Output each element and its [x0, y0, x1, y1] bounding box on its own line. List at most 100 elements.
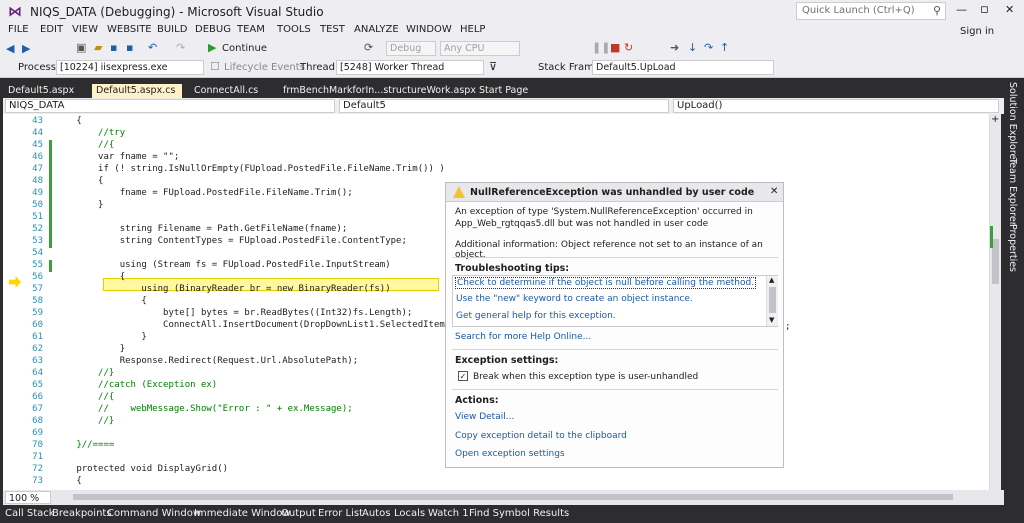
open-icon[interactable]: ▰	[94, 41, 102, 54]
tab-autos[interactable]: Autos	[362, 508, 390, 519]
quick-launch-input[interactable]: Quick Launch (Ctrl+Q)	[796, 2, 946, 20]
refresh-icon[interactable]: ⟳	[364, 41, 373, 54]
tip-link-null-check[interactable]: Check to determine if the object is null…	[455, 277, 757, 289]
code-line: protected void DisplayGrid()	[33, 464, 229, 474]
member-dropdown[interactable]: UpLoad()	[673, 99, 999, 113]
menu-team[interactable]: TEAM	[237, 24, 265, 35]
hscroll-thumb[interactable]	[73, 494, 953, 500]
tab-immediate-window[interactable]: Immediate Window	[194, 508, 291, 519]
divider	[452, 389, 778, 390]
stack-frame-dropdown[interactable]: Default5.UpLoad	[592, 60, 774, 75]
menu-debug[interactable]: DEBUG	[195, 24, 231, 35]
close-button[interactable]: ✕	[1005, 3, 1014, 16]
menu-window[interactable]: WINDOW	[406, 24, 452, 35]
team-explorer-tab[interactable]: Team Explorer	[1007, 158, 1018, 226]
tab-output[interactable]: Output	[281, 508, 316, 519]
scroll-thumb[interactable]	[992, 239, 999, 284]
actions-heading: Actions:	[455, 395, 499, 406]
project-dropdown[interactable]: NIQS_DATA	[5, 99, 335, 113]
tab-default5-aspx[interactable]: Default5.aspx	[4, 84, 78, 98]
process-dropdown[interactable]: [10224] iisexpress.exe	[56, 60, 204, 75]
tab-connectall-cs[interactable]: ConnectAll.cs	[190, 84, 262, 98]
tab-start-page[interactable]: Start Page	[475, 84, 532, 98]
properties-tab[interactable]: Properties	[1007, 224, 1018, 272]
step-out-icon[interactable]: ↑	[720, 41, 729, 54]
copy-exception-link[interactable]: Copy exception detail to the clipboard	[455, 431, 627, 441]
lifecycle-icon[interactable]: ☐	[210, 60, 220, 73]
quick-launch-search-icon[interactable]: ⚲	[933, 4, 941, 17]
change-indicator	[49, 212, 52, 224]
restore-button[interactable]: ▫	[980, 2, 989, 17]
save-icon[interactable]: ▪	[110, 41, 117, 54]
code-line: }//====	[33, 440, 115, 450]
code-line: {	[33, 296, 147, 306]
tip-link-general-help[interactable]: Get general help for this exception.	[456, 311, 616, 321]
step-over-icon[interactable]: ↷	[704, 41, 713, 54]
tab-find-symbol-results[interactable]: Find Symbol Results	[469, 508, 569, 519]
minimize-button[interactable]: —	[956, 3, 967, 16]
code-line: }	[33, 200, 104, 210]
tab-locals[interactable]: Locals	[394, 508, 425, 519]
config-dropdown[interactable]: Debug	[386, 41, 436, 56]
restart-icon[interactable]: ↻	[624, 41, 633, 54]
new-project-icon[interactable]: ▣	[76, 41, 86, 54]
code-line: {	[33, 476, 82, 486]
scroll-up-icon[interactable]: ▲	[769, 276, 774, 284]
scroll-down-icon[interactable]: ▼	[769, 316, 774, 324]
menu-file[interactable]: FILE	[8, 24, 29, 35]
editor-horizontal-bar: 100 %	[3, 490, 1004, 505]
platform-dropdown[interactable]: Any CPU	[440, 41, 520, 56]
menu-edit[interactable]: EDIT	[40, 24, 63, 35]
break-all-icon[interactable]: ❚❚	[592, 41, 610, 54]
divider	[452, 349, 778, 350]
lifecycle-events-button[interactable]: Lifecycle Events	[224, 62, 305, 73]
forward-icon[interactable]: ▶	[22, 42, 30, 55]
undo-icon[interactable]: ↶	[148, 41, 157, 54]
split-icon[interactable]: +	[991, 114, 999, 125]
stop-icon[interactable]: ■	[610, 41, 620, 54]
show-next-statement-icon[interactable]: ➜	[670, 41, 679, 54]
menu-website[interactable]: WEBSITE	[107, 24, 152, 35]
editor-vertical-scrollbar[interactable]: +	[989, 114, 1001, 490]
continue-button[interactable]: Continue	[222, 43, 267, 54]
break-checkbox[interactable]: ✓	[458, 371, 468, 381]
solution-explorer-tab[interactable]: Solution Explorer	[1007, 82, 1018, 163]
save-all-icon[interactable]: ▪	[126, 41, 133, 54]
redo-icon[interactable]: ↷	[176, 41, 185, 54]
open-exception-settings-link[interactable]: Open exception settings	[455, 449, 565, 459]
menu-view[interactable]: VIEW	[72, 24, 98, 35]
view-detail-link[interactable]: View Detail...	[455, 412, 514, 422]
tab-frmbenchmark[interactable]: frmBenchMarkforIn...structureWork.aspx	[279, 84, 480, 98]
line-number: 51	[32, 212, 43, 222]
back-icon[interactable]: ◀	[6, 42, 14, 55]
title-bar: ⋈ NIQS_DATA (Debugging) - Microsoft Visu…	[0, 0, 1024, 24]
tab-error-list[interactable]: Error List	[318, 508, 363, 519]
filter-icon[interactable]: ⊽	[489, 60, 497, 73]
change-indicator	[49, 260, 52, 272]
tab-call-stack[interactable]: Call Stack	[5, 508, 55, 519]
line-number: 54	[32, 248, 43, 258]
class-dropdown[interactable]: Default5	[339, 99, 669, 113]
scroll-thumb[interactable]	[769, 287, 776, 313]
menu-help[interactable]: HELP	[460, 24, 485, 35]
step-into-icon[interactable]: ↓	[688, 41, 697, 54]
zoom-dropdown[interactable]: 100 %	[5, 491, 51, 504]
tips-scrollbar[interactable]: ▲ ▼	[766, 276, 778, 326]
menu-build[interactable]: BUILD	[157, 24, 187, 35]
continue-icon[interactable]: ▶	[208, 41, 216, 54]
tab-command-window[interactable]: Command Window	[107, 508, 201, 519]
code-line-60-tail: ;	[785, 322, 791, 332]
search-help-online-link[interactable]: Search for more Help Online...	[455, 332, 591, 342]
tab-breakpoints[interactable]: Breakpoints	[52, 508, 112, 519]
menu-tools[interactable]: TOOLS	[277, 24, 311, 35]
tip-link-new-keyword[interactable]: Use the "new" keyword to create an objec…	[456, 294, 693, 304]
sign-in-link[interactable]: Sign in	[960, 26, 994, 37]
tab-default5-aspx-cs[interactable]: Default5.aspx.cs	[92, 84, 182, 98]
exception-close-icon[interactable]: ✕	[770, 186, 778, 197]
change-indicator	[49, 236, 52, 248]
thread-dropdown[interactable]: [5248] Worker Thread	[336, 60, 484, 75]
menu-analyze[interactable]: ANALYZE	[354, 24, 399, 35]
tab-watch-1[interactable]: Watch 1	[428, 508, 469, 519]
code-line: //}	[33, 416, 115, 426]
menu-test[interactable]: TEST	[320, 24, 345, 35]
